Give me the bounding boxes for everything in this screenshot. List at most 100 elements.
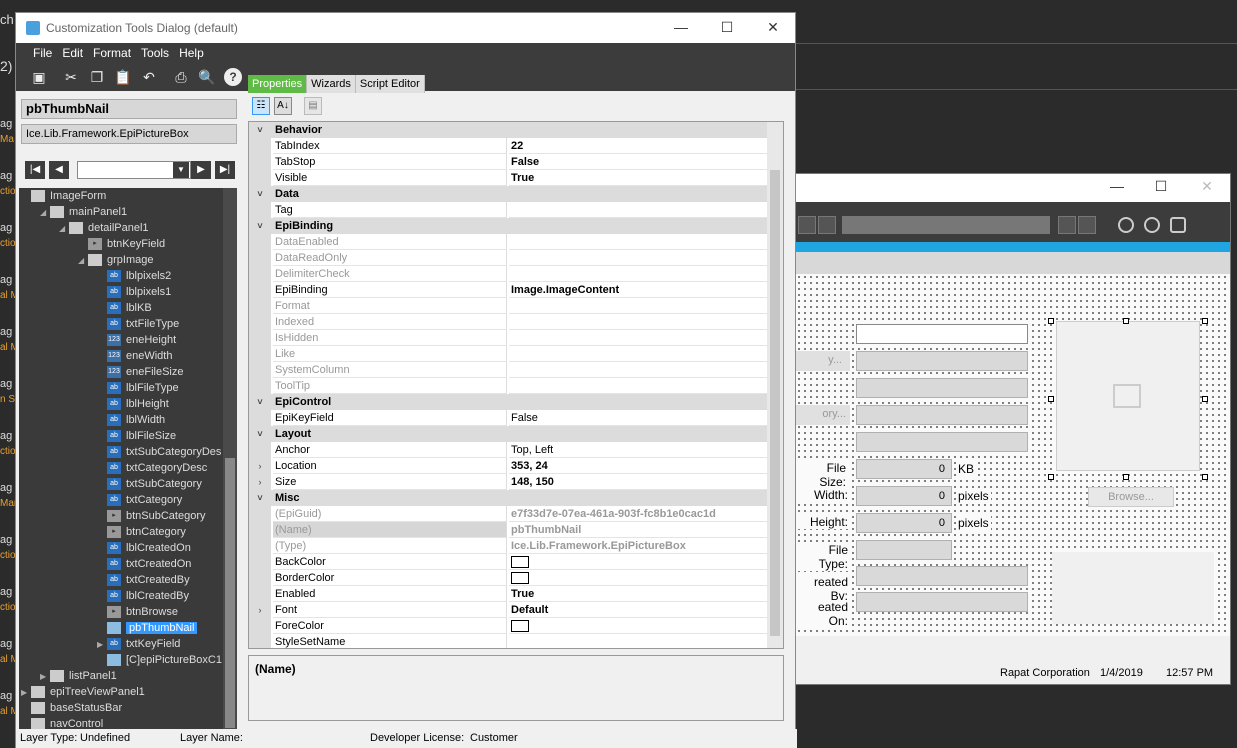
browse-button[interactable]: Browse... (1088, 487, 1174, 507)
tree-node[interactable]: ab lblWidth (97, 412, 165, 428)
resize-handle[interactable] (1202, 318, 1208, 324)
property-grid[interactable]: ˅ Behavior TabIndex 22 TabStop False Visible Tr… (248, 121, 784, 649)
design-canvas[interactable]: y... ory... File Size: 0 KB Width: 0 pix… (796, 274, 1230, 636)
last-icon[interactable] (1078, 216, 1096, 234)
expand-icon[interactable]: ▶ (21, 685, 31, 701)
property-value[interactable]: True (509, 586, 769, 602)
property-value[interactable]: 22 (509, 138, 769, 154)
property-row[interactable]: SystemColumn (249, 362, 769, 378)
prev-icon[interactable] (798, 216, 816, 234)
tree-node[interactable]: pbThumbNail (97, 620, 198, 636)
cut-icon[interactable]: ✂ (62, 68, 80, 86)
width-field[interactable]: 0 (856, 486, 952, 506)
control-tree[interactable]: ImageForm ◢ mainPanel1 ◢ detailPanel1 ▸ btnKey… (19, 188, 237, 740)
property-row[interactable]: › Font Default (249, 602, 769, 618)
property-value[interactable]: Ice.Lib.Framework.EpiPictureBox (509, 538, 769, 554)
property-category[interactable]: ˅ Misc (249, 490, 769, 506)
property-row[interactable]: (Name) pbThumbNail (249, 522, 769, 538)
property-row[interactable]: TabIndex 22 (249, 138, 769, 154)
tree-scrollbar[interactable] (223, 188, 237, 740)
property-value[interactable]: Default (509, 602, 769, 618)
property-row[interactable]: (EpiGuid) e7f33d7e-07ea-461a-903f-fc8b1e0… (249, 506, 769, 522)
category-button-fragment[interactable]: y... (796, 351, 850, 371)
property-value[interactable] (509, 330, 769, 346)
tree-node[interactable]: ab lblCreatedOn (97, 540, 191, 556)
expand-icon[interactable]: ▶ (97, 637, 107, 653)
scroll-thumb[interactable] (225, 458, 235, 728)
category-field[interactable] (856, 351, 1028, 371)
property-pages-icon[interactable]: ▤ (304, 97, 322, 115)
print-preview-icon[interactable]: 🔍 (198, 68, 216, 86)
property-value[interactable] (509, 570, 769, 586)
help-icon[interactable]: ? (224, 68, 242, 86)
tree-node[interactable]: ▶ ab txtKeyField (97, 636, 180, 652)
categorized-icon[interactable]: ☷ (252, 97, 270, 115)
property-value[interactable]: pbThumbNail (509, 522, 769, 538)
property-value[interactable] (509, 362, 769, 378)
resize-handle[interactable] (1123, 474, 1129, 480)
property-scrollbar[interactable] (767, 122, 783, 648)
tree-node[interactable]: ◢ detailPanel1 (59, 220, 149, 236)
property-value[interactable]: False (509, 410, 769, 426)
property-row[interactable]: Anchor Top, Left (249, 442, 769, 458)
property-row[interactable]: Visible True (249, 170, 769, 186)
property-value[interactable] (509, 554, 769, 570)
tree-node[interactable]: ▸ btnBrowse (97, 604, 178, 620)
height-field[interactable]: 0 (856, 513, 952, 533)
tree-node[interactable]: ab txtCategoryDesc (97, 460, 207, 476)
tree-node[interactable]: 123 eneWidth (97, 348, 172, 364)
arrow-left-circle-icon[interactable] (1118, 217, 1134, 233)
picture-box-c1[interactable] (1052, 552, 1214, 624)
subcategory-desc-field[interactable] (856, 432, 1028, 452)
subcategory-field[interactable] (856, 405, 1028, 425)
property-row[interactable]: ForeColor (249, 618, 769, 634)
property-category[interactable]: ˅ Data (249, 186, 769, 202)
paste-icon[interactable]: 📋 (114, 68, 132, 86)
tree-node[interactable]: ImageForm (21, 188, 106, 204)
tree-node[interactable]: ab lblFileType (97, 380, 179, 396)
resize-handle[interactable] (1123, 318, 1129, 324)
property-value[interactable]: Top, Left (509, 442, 769, 458)
menu-item-file[interactable]: File (28, 46, 57, 60)
resize-handle[interactable] (1202, 396, 1208, 402)
tree-node[interactable]: ◢ mainPanel1 (40, 204, 127, 220)
expand-icon[interactable]: › (249, 474, 271, 490)
property-row[interactable]: DataReadOnly (249, 250, 769, 266)
undo-icon[interactable]: ↶ (140, 68, 158, 86)
close-icon[interactable]: ✕ (1192, 178, 1222, 195)
tree-node[interactable]: baseStatusBar (21, 700, 122, 716)
expand-icon[interactable]: ◢ (78, 253, 88, 269)
property-value[interactable]: True (509, 170, 769, 186)
chevron-down-icon[interactable]: ▼ (173, 162, 189, 178)
property-value[interactable]: 353, 24 (509, 458, 769, 474)
tree-node[interactable]: ab txtSubCategoryDes (97, 444, 221, 460)
next-icon[interactable]: ▶ (191, 161, 211, 179)
property-row[interactable]: Like (249, 346, 769, 362)
property-value[interactable] (509, 250, 769, 266)
tree-node[interactable]: [C]epiPictureBoxC1 (97, 652, 222, 668)
close-icon[interactable]: ✕ (758, 19, 788, 36)
created-by-field[interactable] (856, 566, 1028, 586)
collapse-icon[interactable]: ˅ (249, 490, 271, 506)
save-icon[interactable]: ▣ (30, 68, 48, 86)
property-row[interactable]: ToolTip (249, 378, 769, 394)
tree-node[interactable]: ab txtFileType (97, 316, 179, 332)
scroll-thumb[interactable] (770, 170, 780, 636)
property-row[interactable]: DelimiterCheck (249, 266, 769, 282)
tree-node[interactable]: ◢ grpImage (78, 252, 153, 268)
property-row[interactable]: TabStop False (249, 154, 769, 170)
resize-handle[interactable] (1048, 474, 1054, 480)
property-value[interactable] (509, 618, 769, 634)
collapse-icon[interactable]: ˅ (249, 186, 271, 202)
property-row[interactable]: BackColor (249, 554, 769, 570)
property-value[interactable] (509, 298, 769, 314)
expand-icon[interactable]: ◢ (59, 221, 69, 237)
property-value[interactable] (509, 314, 769, 330)
back-icon[interactable] (818, 216, 836, 234)
property-value[interactable]: e7f33d7e-07ea-461a-903f-fc8b1e0cac1d (509, 506, 769, 522)
tree-node[interactable]: ab lblHeight (97, 396, 169, 412)
property-row[interactable]: › Size 148, 150 (249, 474, 769, 490)
collapse-icon[interactable]: ˅ (249, 394, 271, 410)
tree-node[interactable]: ab lblKB (97, 300, 152, 316)
property-value[interactable]: 148, 150 (509, 474, 769, 490)
